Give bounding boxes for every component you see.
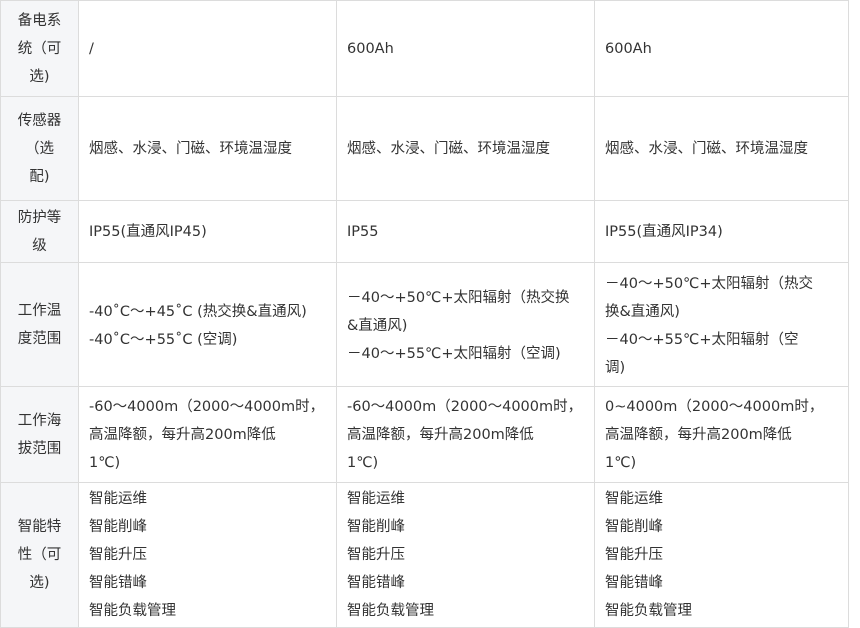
cell-line: 1℃) (347, 454, 379, 471)
table-cell: IP55(直通风IP45) (78, 200, 337, 263)
table-cell: -40˚C～+45˚C (热交换&直通风) -40˚C～+55˚C (空调) (78, 262, 337, 387)
cell-line: 0~4000m（2000～4000m时， (605, 398, 824, 415)
row-label: 传感器 （选配) (0, 96, 79, 201)
cell-line: 高温降额，每升高200m降低 (347, 426, 534, 443)
row-label: 智能特性（可选) (0, 482, 79, 628)
cell-line: IP55(直通风IP45) (89, 223, 207, 240)
cell-line: 智能运维 (605, 491, 663, 507)
table-cell: -60～4000m（2000～4000m时， 高温降额，每升高200m降低 1℃) (336, 386, 595, 483)
cell-line: 智能运维 (89, 491, 147, 507)
cell-line: &直通风) (347, 317, 408, 334)
table-cell: -60～4000m（2000～4000m时， 高温降额，每升高200m降低 1℃) (78, 386, 337, 483)
table-cell: －40～+50℃+太阳辐射（热交换&直通风) －40～+55℃+太阳辐射（空调) (336, 262, 595, 387)
cell-line: 智能负载管理 (605, 603, 692, 619)
table-row-protection-level: 防护等级 IP55(直通风IP45) IP55 IP55(直通风IP34) (0, 200, 849, 263)
row-label: 防护等级 (0, 200, 79, 263)
row-label-line: 防护等 (17, 209, 62, 226)
cell-line: －40～+55℃+太阳辐射（空 (605, 331, 799, 348)
row-label-line: 工作海 (17, 412, 62, 429)
cell-line: -60～4000m（2000～4000m时， (89, 398, 325, 415)
cell-line: 智能负载管理 (347, 603, 434, 619)
spec-table: 备电系统（可选) / 600Ah 600Ah 传感器 （选配) 烟感、水浸、门磁、环境温湿度… (0, 0, 849, 628)
row-label-line: 选) (29, 575, 50, 591)
cell-line: 600Ah (347, 40, 394, 57)
cell-line: 智能削峰 (89, 519, 147, 535)
table-row-smart-features: 智能特 性（可 选) 智能运维 智能削峰 智能升压 智能错峰 智能负载管理 智能运维 智能削峰 智能… (0, 482, 849, 628)
table-cell: 600Ah (594, 0, 849, 97)
table-cell: 600Ah (336, 0, 595, 97)
cell-line: IP55 (347, 223, 379, 240)
cell-line: 高温降额，每升高200m降低 (89, 426, 276, 443)
table-cell: 智能运维智能削峰智能升压智能错峰智能负载管理 (78, 482, 337, 628)
cell-line: －40～+50℃+太阳辐射（热交换 (347, 289, 570, 306)
cell-line: 智能错峰 (347, 575, 405, 591)
table-row-sensors: 传感器 （选配) 烟感、水浸、门磁、环境温湿度 烟感、水浸、门磁、环境温湿度 烟感、水浸… (0, 96, 849, 201)
cell-line: 调) (605, 359, 626, 376)
table-cell: 烟感、水浸、门磁、环境温湿度 (594, 96, 849, 201)
cell-line: 智能削峰 (347, 519, 405, 535)
cell-line: -40˚C～+55˚C (空调) (89, 331, 238, 348)
row-label-line: 拔范围 (17, 440, 62, 457)
table-cell: 烟感、水浸、门磁、环境温湿度 (336, 96, 595, 201)
cell-line: 烟感、水浸、门磁、环境温湿度 (605, 140, 808, 157)
row-label-line: 配) (29, 168, 50, 185)
cell-line: 1℃) (605, 454, 637, 471)
row-label-line: （选 (25, 140, 54, 157)
table-row-backup-power: 备电系统（可选) / 600Ah 600Ah (0, 0, 849, 97)
cell-line: IP55(直通风IP34) (605, 223, 723, 240)
cell-line: 换&直通风) (605, 303, 680, 320)
cell-line: 600Ah (605, 40, 652, 57)
table-cell: 烟感、水浸、门磁、环境温湿度 (78, 96, 337, 201)
cell-line: 高温降额，每升高200m降低 (605, 426, 792, 443)
cell-line: 智能错峰 (89, 575, 147, 591)
table-cell: 智能运维智能削峰智能升压智能错峰智能负载管理 (336, 482, 595, 628)
cell-line: 烟感、水浸、门磁、环境温湿度 (347, 140, 550, 157)
table-cell: IP55 (336, 200, 595, 263)
cell-line: 智能运维 (347, 491, 405, 507)
row-label-line: 统（可 (17, 40, 62, 57)
cell-line: －40～+55℃+太阳辐射（空调) (347, 345, 561, 362)
row-label-line: 选) (29, 68, 50, 85)
cell-line: 智能升压 (89, 547, 147, 563)
row-label-line: 性（可 (17, 547, 62, 563)
row-label-line: 工作温 (17, 302, 62, 319)
cell-line: －40～+50℃+太阳辐射（热交 (605, 275, 813, 292)
row-label: 工作温 度范围 (0, 262, 79, 387)
table-cell: 智能运维智能削峰智能升压智能错峰智能负载管理 (594, 482, 849, 628)
table-cell: 0~4000m（2000～4000m时， 高温降额，每升高200m降低 1℃) (594, 386, 849, 483)
cell-line: -40˚C～+45˚C (热交换&直通风) (89, 303, 307, 320)
row-label: 备电系统（可选) (0, 0, 79, 97)
row-label-line: 智能特 (17, 519, 62, 535)
cell-line: 智能升压 (347, 547, 405, 563)
cell-line: -60～4000m（2000～4000m时， (347, 398, 583, 415)
table-row-operating-temperature: 工作温度范围 -40˚C～+45˚C (热交换&直通风) -40˚C～+55˚C (… (0, 262, 849, 387)
table-cell: / (78, 0, 337, 97)
table-cell: IP55(直通风IP34) (594, 200, 849, 263)
cell-line: 智能负载管理 (89, 603, 176, 619)
row-label: 工作海 拔范围 (0, 386, 79, 483)
cell-line: 智能升压 (605, 547, 663, 563)
cell-line: / (89, 40, 94, 57)
cell-line: 智能错峰 (605, 575, 663, 591)
row-label-line: 传感器 (17, 112, 62, 129)
table-cell: －40～+50℃+太阳辐射（热交换&直通风) －40～+55℃+太阳辐射（空调) (594, 262, 849, 387)
cell-line: 智能削峰 (605, 519, 663, 535)
row-label-line: 级 (32, 237, 47, 254)
row-label-line: 度范围 (17, 330, 62, 347)
table-row-operating-altitude: 工作海拔范围 -60～4000m（2000～4000m时， 高温降额，每升高200m… (0, 386, 849, 483)
cell-line: 1℃) (89, 454, 121, 471)
row-label-line: 备电系 (17, 12, 62, 29)
cell-line: 烟感、水浸、门磁、环境温湿度 (89, 140, 292, 157)
